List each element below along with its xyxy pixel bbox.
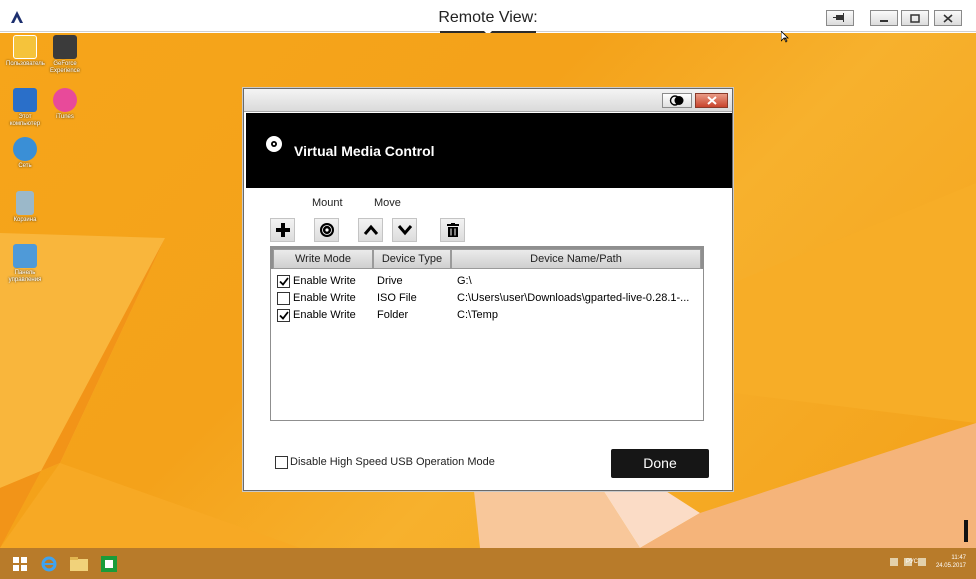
clock[interactable]: 11:47 24.05.2017 — [936, 554, 966, 570]
close-icon — [706, 96, 717, 105]
add-button[interactable] — [270, 218, 295, 242]
dialog-close-button[interactable] — [695, 93, 728, 108]
write-mode-cell: Enable Write — [293, 275, 356, 287]
mount-label: Mount — [312, 197, 343, 209]
write-enable-checkbox[interactable] — [277, 309, 290, 322]
table-row[interactable]: Enable Write Folder C:\Temp — [271, 307, 703, 324]
virtual-media-dialog: Virtual Media Control Mount Move Write M… — [243, 88, 733, 491]
mount-button[interactable] — [314, 218, 339, 242]
device-path-cell: C:\Temp — [457, 309, 498, 321]
trash-icon — [446, 223, 459, 237]
device-list[interactable]: Write Mode Device Type Device Name/Path … — [270, 246, 704, 421]
write-enable-checkbox[interactable] — [277, 275, 290, 288]
dialog-header: Virtual Media Control — [246, 113, 732, 188]
move-up-button[interactable] — [358, 218, 383, 242]
mouse-cursor-icon — [781, 31, 789, 43]
desktop-icon-computer[interactable]: Этот компьютер — [6, 88, 44, 128]
move-label: Move — [374, 197, 401, 209]
clock-date: 24.05.2017 — [935, 563, 966, 569]
device-path-cell: C:\Users\user\Downloads\gparted-live-0.2… — [457, 292, 690, 304]
itunes-icon — [53, 88, 77, 112]
desktop-icon-itunes[interactable]: iTunes — [46, 88, 84, 121]
minimize-button[interactable] — [870, 10, 898, 26]
delete-button[interactable] — [440, 218, 465, 242]
tray-flag-icon[interactable] — [890, 558, 898, 566]
tray-volume-icon[interactable] — [918, 558, 926, 566]
table-row[interactable]: Enable Write ISO File C:\Users\user\Down… — [271, 290, 703, 307]
language-indicator[interactable]: РУС — [906, 558, 918, 566]
close-icon — [943, 13, 953, 23]
user-folder-icon — [13, 35, 37, 59]
internet-explorer-icon — [41, 556, 57, 572]
control-panel-icon — [13, 244, 37, 268]
desktop-icon-network[interactable]: Сеть — [6, 137, 44, 170]
taskbar-ie[interactable] — [38, 553, 60, 575]
desktop-icon-control-panel[interactable]: Панель управления — [6, 244, 44, 284]
desktop-icon-user[interactable]: Пользователь — [6, 35, 45, 68]
desktop-icon-geforce[interactable]: GeForce Experience — [46, 35, 84, 75]
write-mode-cell: Enable Write — [293, 309, 356, 321]
disc-icon — [319, 223, 334, 237]
store-icon — [101, 556, 117, 572]
pin-button[interactable] — [826, 10, 854, 26]
remote-view-titlebar: Remote View: — [0, 0, 976, 32]
write-enable-checkbox[interactable] — [277, 292, 290, 305]
pin-icon — [833, 13, 844, 22]
column-device-path[interactable]: Device Name/Path — [451, 249, 701, 269]
disable-usb-label[interactable]: Disable High Speed USB Operation Mode — [290, 456, 495, 468]
dialog-title: Virtual Media Control — [294, 143, 435, 159]
checkmark-icon — [278, 277, 289, 286]
table-row[interactable]: Enable Write Drive G:\ — [271, 273, 703, 290]
recycle-bin-icon — [16, 191, 34, 215]
column-write-mode[interactable]: Write Mode — [273, 249, 373, 269]
move-down-button[interactable] — [392, 218, 417, 242]
computer-icon — [13, 88, 37, 112]
device-list-header: Write Mode Device Type Device Name/Path — [271, 247, 703, 269]
network-icon — [13, 137, 37, 161]
dialog-toggle-button[interactable] — [662, 93, 692, 108]
taskbar-store[interactable] — [98, 553, 120, 575]
restore-icon — [910, 13, 920, 23]
close-button[interactable] — [934, 10, 962, 26]
chevron-up-icon — [363, 224, 378, 235]
device-type-cell: Drive — [377, 275, 403, 287]
start-button[interactable] — [9, 553, 31, 575]
scroll-indicator — [964, 520, 968, 542]
disable-usb-checkbox[interactable] — [275, 456, 288, 469]
done-button[interactable]: Done — [611, 449, 709, 478]
file-explorer-icon — [70, 557, 88, 571]
device-type-cell: ISO File — [377, 292, 417, 304]
desktop-icon-recycle-bin[interactable]: Корзина — [6, 191, 44, 224]
nvidia-icon — [53, 35, 77, 59]
column-device-type[interactable]: Device Type — [373, 249, 451, 269]
clock-time: 11:47 — [951, 555, 966, 561]
chevron-down-icon — [397, 225, 412, 236]
dialog-titlebar[interactable] — [244, 89, 732, 112]
disc-icon — [266, 136, 282, 152]
checkmark-icon — [278, 311, 289, 320]
taskbar: РУС 11:47 24.05.2017 — [0, 548, 976, 579]
device-path-cell: G:\ — [457, 275, 472, 287]
minimize-icon — [880, 20, 888, 22]
device-type-cell: Folder — [377, 309, 409, 321]
plus-icon — [275, 223, 290, 237]
restore-button[interactable] — [901, 10, 929, 26]
taskbar-explorer[interactable] — [68, 553, 90, 575]
contrast-toggle-icon — [669, 95, 684, 106]
write-mode-cell: Enable Write — [293, 292, 356, 304]
windows-start-icon — [13, 557, 27, 571]
